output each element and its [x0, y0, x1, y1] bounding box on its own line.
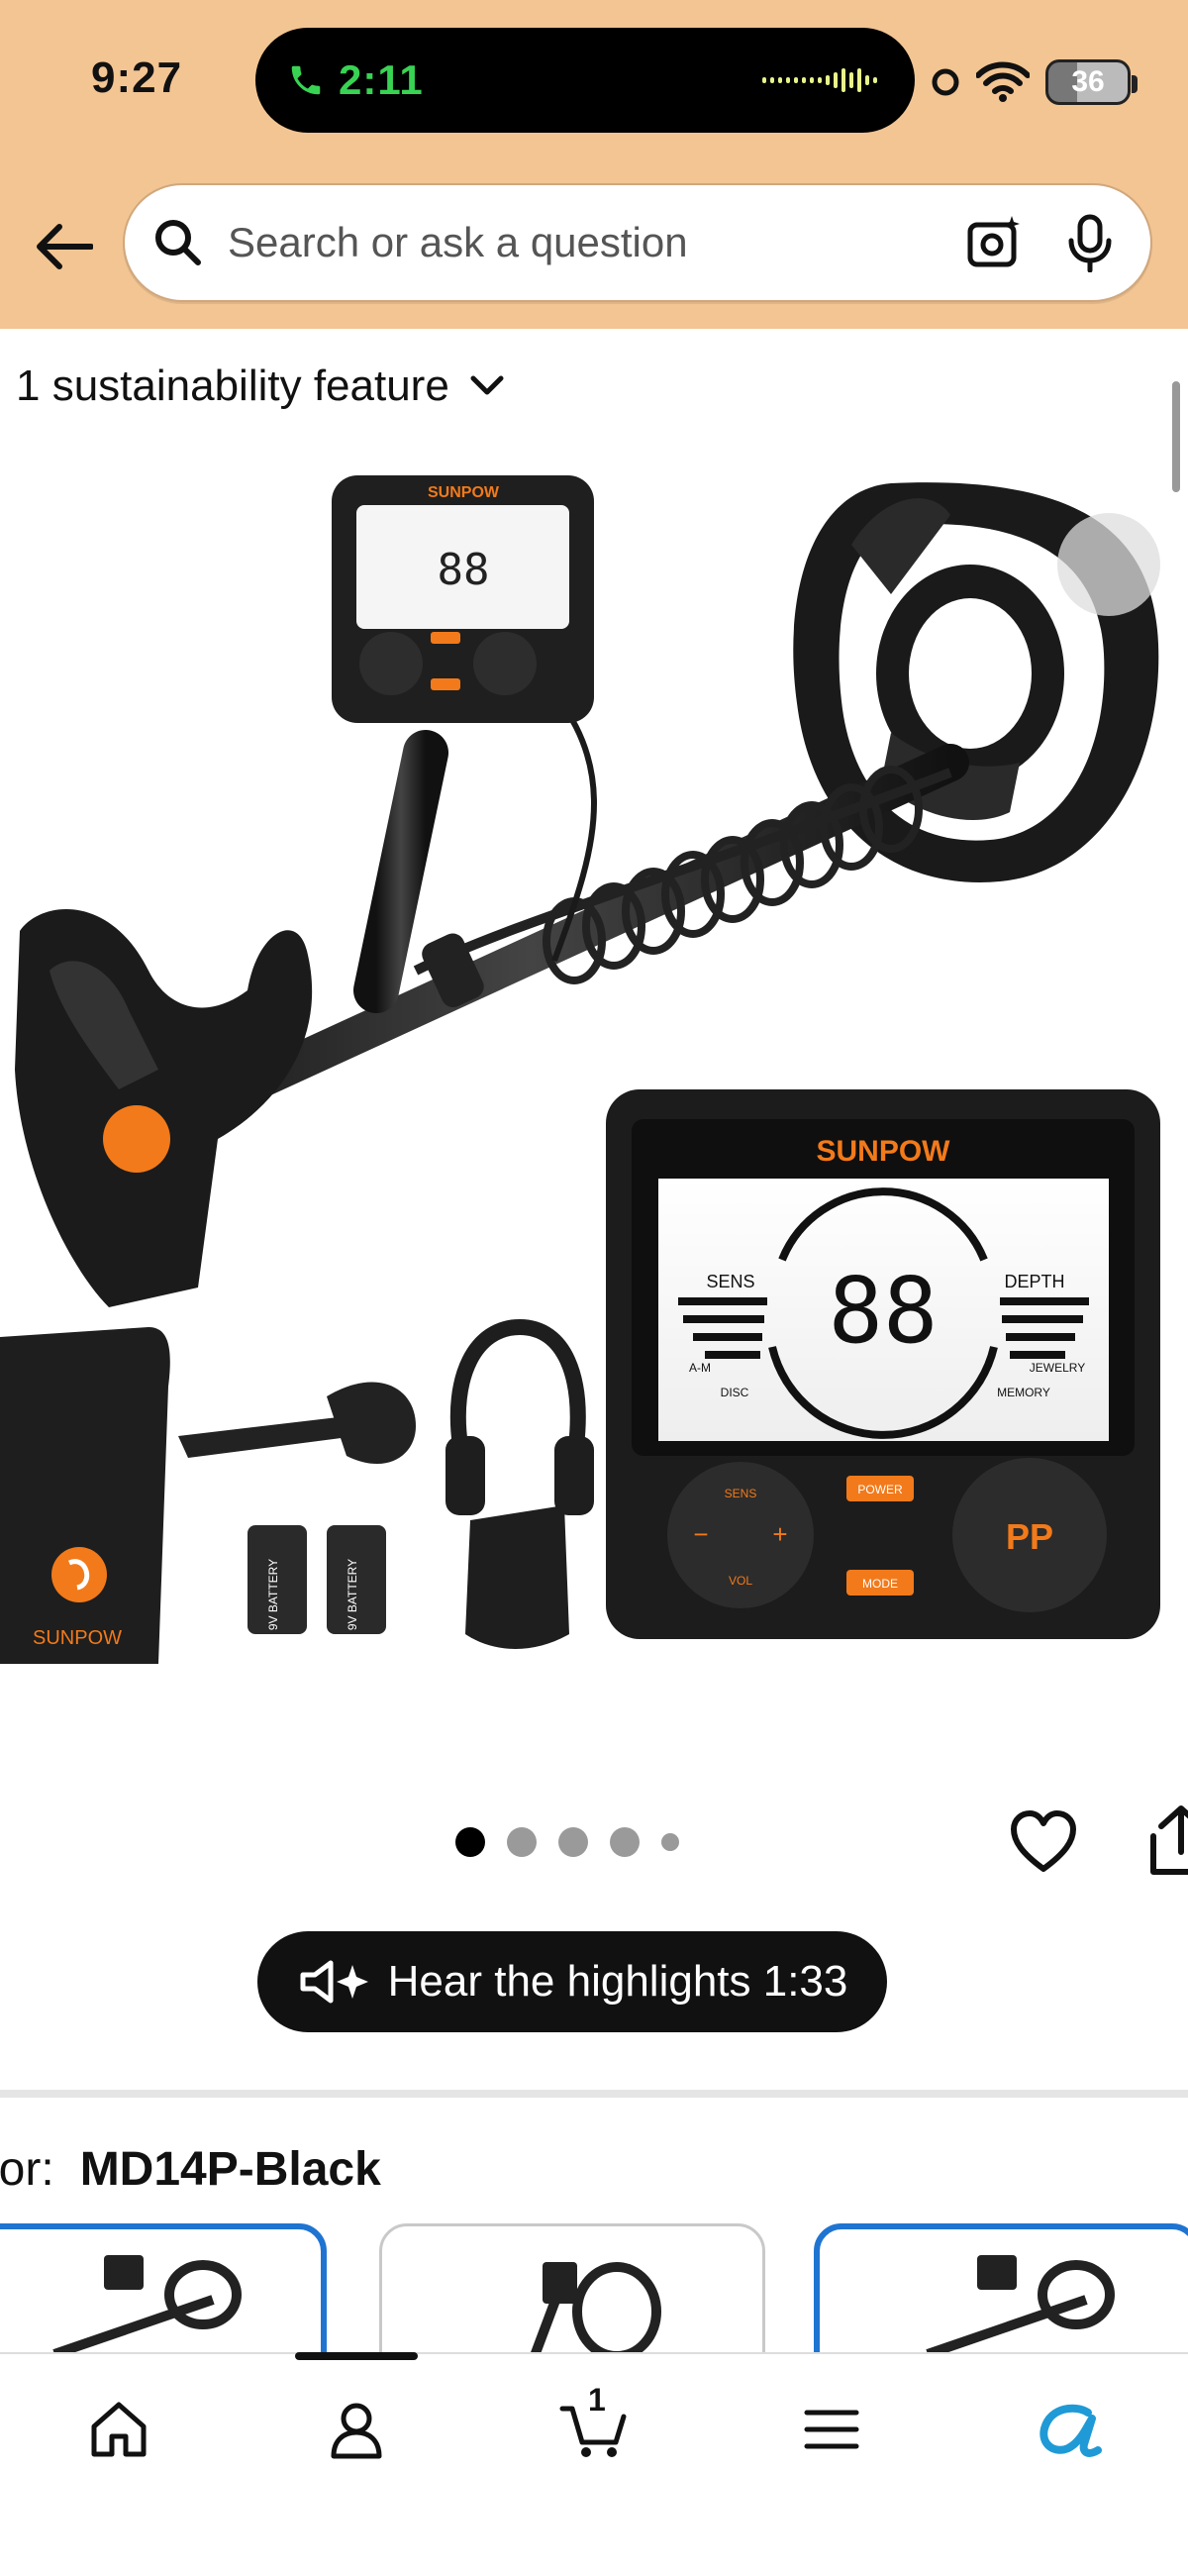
- mini-control-box: SUNPOW 88: [332, 475, 594, 723]
- nav-cart[interactable]: 1: [554, 2382, 634, 2469]
- pager-dot-5[interactable]: [661, 1833, 679, 1851]
- mini-display-digits: 88: [438, 545, 490, 595]
- sustainability-label: 1 sustainability feature: [16, 361, 449, 410]
- product-image[interactable]: SUNPOW 88 SUNPOW 9V BATTERY 9V BATTERY S…: [0, 456, 1188, 1684]
- image-pager[interactable]: [455, 1827, 679, 1857]
- wifi-icon: [976, 61, 1030, 102]
- battery-label-2: 9V BATTERY: [346, 1559, 359, 1630]
- profile-icon: [331, 2403, 382, 2459]
- swatch-thumbnail-3: [926, 2255, 1115, 2352]
- display-disc: DISC: [721, 1386, 749, 1399]
- bottom-navigation: 1: [0, 2352, 1188, 2576]
- color-value: MD14P-Black: [79, 2143, 381, 2196]
- key-power: POWER: [857, 1483, 903, 1496]
- accessories: SUNPOW 9V BATTERY 9V BATTERY: [0, 1318, 594, 1664]
- key-mode: MODE: [862, 1577, 898, 1591]
- main-display-digits: 88: [829, 1258, 939, 1364]
- status-time: 9:27: [91, 53, 183, 102]
- svg-text:+: +: [772, 1519, 787, 1549]
- key-sens: SENS: [725, 1487, 757, 1500]
- status-indicators: 36: [931, 59, 1138, 105]
- record-indicator-icon: [932, 68, 959, 96]
- pager-dot-1[interactable]: [455, 1827, 485, 1857]
- search-bar[interactable]: [123, 183, 1152, 302]
- swatch-thumbnail-1: [52, 2255, 242, 2352]
- audio-wave-icon: [762, 68, 877, 92]
- display-memory: MEMORY: [997, 1386, 1050, 1399]
- battery-level: 36: [1071, 65, 1105, 98]
- call-timer: 2:11: [339, 56, 424, 103]
- color-label: lor:: [0, 2143, 54, 2196]
- speaker-sparkle-icon: [300, 1960, 368, 2004]
- hear-highlights-button[interactable]: Hear the highlights 1:33: [257, 1931, 887, 2032]
- pager-dot-4[interactable]: [610, 1827, 640, 1857]
- cart-count: 1: [588, 2382, 606, 2418]
- section-divider: [0, 2090, 1188, 2098]
- phone-icon: [291, 65, 321, 95]
- pager-dot-3[interactable]: [558, 1827, 588, 1857]
- key-pp: PP: [1006, 1516, 1053, 1557]
- display-depth: DEPTH: [1004, 1272, 1064, 1291]
- swatch-option-2[interactable]: [379, 2223, 765, 2352]
- search-icon: [155, 220, 201, 265]
- mini-brand: SUNPOW: [428, 484, 500, 501]
- display-jewelry: JEWELRY: [1030, 1361, 1085, 1375]
- swatch-option-1[interactable]: [0, 2223, 327, 2352]
- nav-assistant[interactable]: [1030, 2390, 1109, 2469]
- color-selection: lor: MD14P-Black: [0, 2142, 381, 2197]
- nav-home[interactable]: [79, 2390, 158, 2469]
- swatch-thumbnail-2: [531, 2262, 661, 2352]
- main-brand: SUNPOW: [817, 1135, 951, 1168]
- battery-icon: 36: [1045, 59, 1138, 105]
- home-icon: [91, 2402, 147, 2457]
- battery-label-1: 9V BATTERY: [266, 1559, 280, 1630]
- nav-account[interactable]: [317, 2390, 396, 2469]
- chevron-down-icon: [470, 375, 504, 395]
- search-input[interactable]: [226, 218, 964, 267]
- nav-menu[interactable]: [792, 2390, 871, 2469]
- search-header: [0, 163, 1188, 329]
- nav-items: 1: [0, 2354, 1188, 2493]
- back-arrow-icon[interactable]: [34, 221, 93, 272]
- sustainability-feature-toggle[interactable]: 1 sustainability feature: [16, 361, 507, 411]
- status-bar: 9:27 2:11 36: [0, 0, 1188, 163]
- share-icon[interactable]: [1134, 1803, 1188, 1882]
- search-actions: [964, 213, 1117, 272]
- svg-text:−: −: [693, 1519, 708, 1549]
- key-vol: VOL: [729, 1574, 752, 1588]
- active-call-pill[interactable]: 2:11: [255, 28, 915, 133]
- wishlist-button[interactable]: [1004, 1803, 1083, 1882]
- bag-brand: SUNPOW: [33, 1627, 122, 1649]
- camera-search-icon[interactable]: [964, 213, 1024, 272]
- arm-cuff: [15, 908, 313, 1307]
- microphone-icon[interactable]: [1063, 213, 1117, 272]
- display-sens: SENS: [706, 1272, 754, 1291]
- main-control-box: SUNPOW 88 SENS DEPTH A-M DISC JEWELRY ME…: [606, 1089, 1160, 1639]
- heart-icon: [1011, 1810, 1076, 1872]
- pager-dot-2[interactable]: [507, 1827, 537, 1857]
- batteries: 9V BATTERY 9V BATTERY: [248, 1525, 386, 1634]
- display-am: A-M: [689, 1361, 711, 1375]
- headphones: [446, 1318, 594, 1515]
- hear-highlights-label: Hear the highlights 1:33: [387, 1957, 848, 2006]
- menu-icon: [804, 2410, 859, 2449]
- color-swatches: [0, 2223, 1188, 2352]
- swatch-option-3[interactable]: [814, 2223, 1188, 2352]
- assistant-icon: [1040, 2404, 1102, 2457]
